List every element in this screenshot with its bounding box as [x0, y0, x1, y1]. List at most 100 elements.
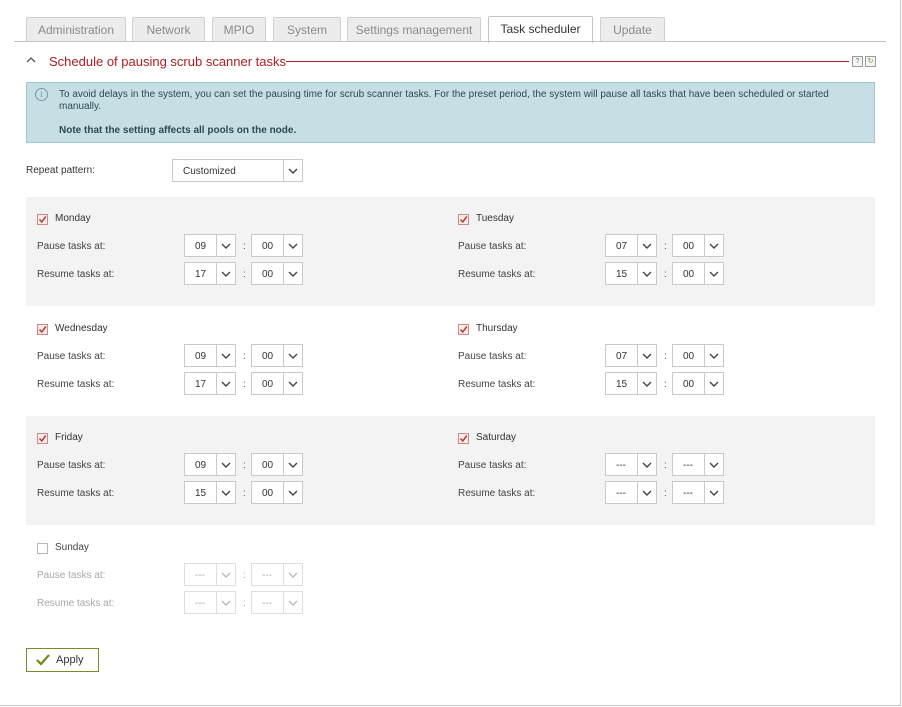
- time-separator: :: [243, 379, 246, 390]
- monday-pause-label: Pause tasks at:: [37, 241, 106, 252]
- wednesday-resume-hour-select[interactable]: 17: [184, 372, 236, 395]
- time-separator: :: [243, 351, 246, 362]
- saturday-pause-minute-value: ---: [683, 460, 693, 471]
- time-separator: :: [664, 269, 667, 280]
- sunday-pause-hour-select: ---: [184, 563, 236, 586]
- wednesday-label: Wednesday: [55, 323, 108, 334]
- monday-resume-minute-select[interactable]: 00: [251, 262, 303, 285]
- thursday-resume-label: Resume tasks at:: [458, 379, 536, 390]
- tab-administration[interactable]: Administration: [26, 17, 126, 42]
- chevron-down-icon: [704, 345, 723, 366]
- tuesday-pause-hour-select[interactable]: 07: [605, 234, 657, 257]
- thursday-pause-hour-select[interactable]: 07: [605, 344, 657, 367]
- wednesday-pause-label: Pause tasks at:: [37, 351, 106, 362]
- sunday-resume-hour-value: ---: [195, 598, 205, 609]
- chevron-down-icon: [283, 263, 302, 284]
- chevron-down-icon: [283, 345, 302, 366]
- chevron-down-icon: [216, 454, 235, 475]
- friday-resume-minute-select[interactable]: 00: [251, 481, 303, 504]
- tab-task-scheduler[interactable]: Task scheduler: [488, 16, 593, 43]
- chevron-down-icon: [283, 160, 302, 181]
- tuesday-pause-minute-value: 00: [683, 241, 695, 252]
- wednesday-checkbox[interactable]: [37, 324, 48, 335]
- sunday-pause-minute-select: ---: [251, 563, 303, 586]
- monday-resume-minute-value: 00: [262, 269, 274, 280]
- saturday-checkbox[interactable]: [458, 433, 469, 444]
- chevron-down-icon: [216, 482, 235, 503]
- chevron-down-icon: [216, 592, 235, 613]
- monday-resume-hour-select[interactable]: 17: [184, 262, 236, 285]
- info-box: i To avoid delays in the system, you can…: [26, 82, 875, 143]
- chevron-down-icon: [637, 263, 656, 284]
- collapse-icon[interactable]: [26, 55, 36, 65]
- tuesday-pause-hour-value: 07: [616, 241, 628, 252]
- friday-pause-minute-select[interactable]: 00: [251, 453, 303, 476]
- chevron-down-icon: [704, 235, 723, 256]
- monday-pause-minute-select[interactable]: 00: [251, 234, 303, 257]
- sunday-resume-minute-select: ---: [251, 591, 303, 614]
- repeat-pattern-select[interactable]: Customized: [172, 159, 303, 182]
- friday-pause-hour-select[interactable]: 09: [184, 453, 236, 476]
- checkmark-icon: [38, 326, 47, 334]
- tab-network[interactable]: Network: [132, 17, 205, 42]
- tuesday-pause-minute-select[interactable]: 00: [672, 234, 724, 257]
- help-icon[interactable]: ?: [852, 56, 863, 67]
- monday-pause-hour-value: 09: [195, 241, 207, 252]
- saturday-resume-minute-value: ---: [683, 488, 693, 499]
- chevron-down-icon: [283, 482, 302, 503]
- tab-system[interactable]: System: [273, 17, 341, 42]
- chevron-down-icon: [283, 592, 302, 613]
- wednesday-pause-minute-select[interactable]: 00: [251, 344, 303, 367]
- thursday-pause-minute-select[interactable]: 00: [672, 344, 724, 367]
- thursday-label: Thursday: [476, 323, 518, 334]
- info-icon: i: [35, 88, 48, 101]
- tuesday-resume-hour-select[interactable]: 15: [605, 262, 657, 285]
- time-separator: :: [664, 379, 667, 390]
- time-separator: :: [243, 570, 246, 581]
- tab-mpio[interactable]: MPIO: [212, 17, 266, 42]
- friday-pause-hour-value: 09: [195, 460, 207, 471]
- thursday-resume-hour-select[interactable]: 15: [605, 372, 657, 395]
- time-separator: :: [243, 460, 246, 471]
- tuesday-resume-minute-select[interactable]: 00: [672, 262, 724, 285]
- tuesday-checkbox[interactable]: [458, 214, 469, 225]
- saturday-resume-hour-select[interactable]: ---: [605, 481, 657, 504]
- monday-pause-hour-select[interactable]: 09: [184, 234, 236, 257]
- chevron-down-icon: [216, 373, 235, 394]
- thursday-checkbox[interactable]: [458, 324, 469, 335]
- apply-button[interactable]: Apply: [26, 648, 99, 672]
- saturday-pause-minute-select[interactable]: ---: [672, 453, 724, 476]
- tab-settings-management[interactable]: Settings management: [347, 17, 481, 42]
- time-separator: :: [243, 598, 246, 609]
- checkmark-icon: [459, 216, 468, 224]
- friday-pause-minute-value: 00: [262, 460, 274, 471]
- time-separator: :: [664, 351, 667, 362]
- sunday-pause-minute-value: ---: [262, 570, 272, 581]
- friday-checkbox[interactable]: [37, 433, 48, 444]
- thursday-resume-minute-select[interactable]: 00: [672, 372, 724, 395]
- saturday-pause-hour-select[interactable]: ---: [605, 453, 657, 476]
- day-block-thursday: Thursday Pause tasks at: Resume tasks at…: [458, 323, 758, 424]
- checkmark-icon: [459, 326, 468, 334]
- tab-update[interactable]: Update: [600, 17, 665, 42]
- monday-pause-minute-value: 00: [262, 241, 274, 252]
- wednesday-pause-hour-select[interactable]: 09: [184, 344, 236, 367]
- sunday-checkbox[interactable]: [37, 543, 48, 554]
- tuesday-pause-label: Pause tasks at:: [458, 241, 527, 252]
- saturday-pause-hour-value: ---: [616, 460, 626, 471]
- friday-resume-hour-select[interactable]: 15: [184, 481, 236, 504]
- sunday-label: Sunday: [55, 542, 89, 553]
- wednesday-resume-minute-select[interactable]: 00: [251, 372, 303, 395]
- monday-checkbox[interactable]: [37, 214, 48, 225]
- wednesday-resume-label: Resume tasks at:: [37, 379, 115, 390]
- thursday-pause-label: Pause tasks at:: [458, 351, 527, 362]
- thursday-resume-hour-value: 15: [616, 379, 628, 390]
- saturday-resume-minute-select[interactable]: ---: [672, 481, 724, 504]
- chevron-down-icon: [283, 454, 302, 475]
- monday-resume-hour-value: 17: [195, 269, 207, 280]
- tab-divider: [14, 41, 886, 42]
- refresh-icon[interactable]: ↻: [865, 56, 876, 67]
- saturday-label: Saturday: [476, 432, 517, 443]
- saturday-resume-hour-value: ---: [616, 488, 626, 499]
- chevron-down-icon: [637, 345, 656, 366]
